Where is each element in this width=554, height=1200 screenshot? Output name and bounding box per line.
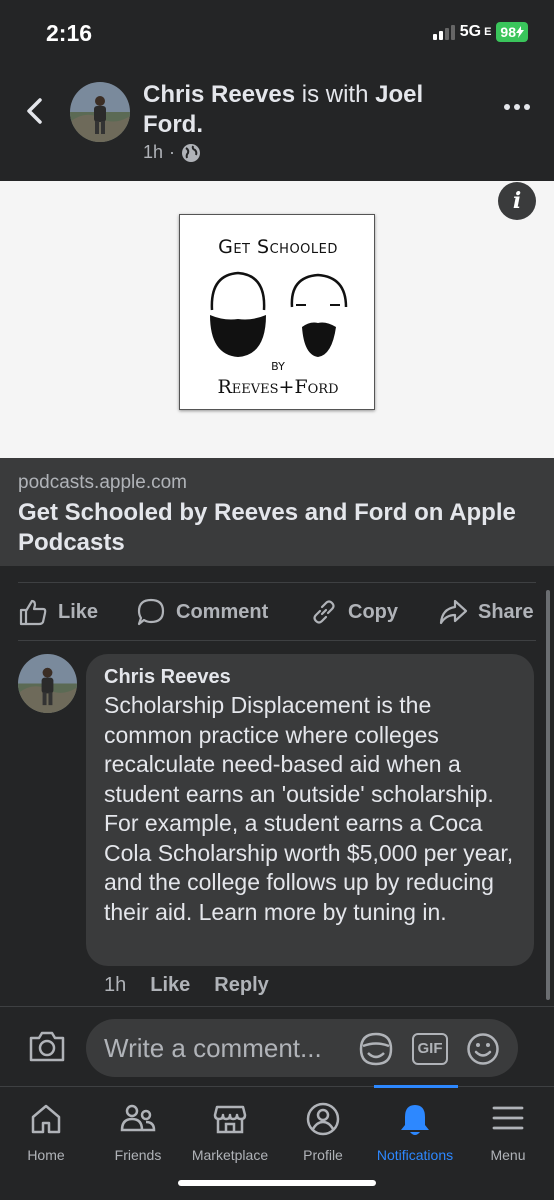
globe-icon <box>182 143 201 162</box>
divider <box>18 640 536 641</box>
artwork-names: Reeves+Ford <box>217 376 338 398</box>
author-avatar[interactable] <box>70 82 130 142</box>
status-bar: 2:16 5G E 98 <box>0 0 554 66</box>
sticker-icon[interactable] <box>358 1031 394 1067</box>
like-button[interactable]: Like <box>18 597 98 627</box>
status-indicators: 5G E 98 <box>432 22 528 42</box>
tab-notifications[interactable]: Notifications <box>369 1087 461 1177</box>
network-suffix: E <box>484 26 492 38</box>
comment-icon <box>137 598 165 626</box>
comment-composer: GIF <box>0 1006 554 1086</box>
more-options-button[interactable] <box>504 104 530 110</box>
podcast-artwork[interactable]: Get Schooled by Reeves+Ford <box>179 214 375 410</box>
tab-home[interactable]: Home <box>0 1087 92 1177</box>
tab-menu[interactable]: Menu <box>462 1087 554 1177</box>
comment-reply-button[interactable]: Reply <box>214 974 268 997</box>
home-icon <box>31 1104 61 1134</box>
friends-icon <box>120 1104 156 1132</box>
status-time: 2:16 <box>46 20 93 46</box>
comment-time: 1h <box>104 974 127 996</box>
share-icon <box>439 599 468 625</box>
post-actions: Like Comment Copy Share <box>0 586 554 638</box>
tab-marketplace[interactable]: Marketplace <box>184 1087 276 1177</box>
marketplace-icon <box>213 1105 247 1134</box>
network-label: 5G <box>459 23 482 40</box>
link-title: Get Schooled by Reeves and Ford on Apple… <box>18 499 516 556</box>
comment-button[interactable]: Comment <box>136 597 268 627</box>
with-text: is with <box>301 81 369 108</box>
copy-button[interactable]: Copy <box>310 598 398 626</box>
post-time: 1h <box>143 142 164 162</box>
share-button[interactable]: Share <box>438 597 534 627</box>
post-title: Chris Reeves is with Joel Ford. <box>143 80 473 140</box>
commenter-avatar[interactable] <box>18 654 77 713</box>
camera-button[interactable] <box>28 1029 66 1068</box>
scrollbar[interactable] <box>546 590 550 1000</box>
tab-friends[interactable]: Friends <box>92 1087 184 1177</box>
artwork-title: Get Schooled <box>218 236 338 258</box>
author-name[interactable]: Chris Reeves <box>143 81 295 108</box>
post-meta: 1h · <box>143 142 201 163</box>
comment-like-button[interactable]: Like <box>150 974 190 997</box>
link-icon <box>313 600 335 624</box>
tab-profile[interactable]: Profile <box>277 1087 369 1177</box>
link-meta[interactable]: podcasts.apple.com Get Schooled by Reeve… <box>0 458 554 566</box>
artwork-by: by <box>271 360 285 373</box>
home-indicator <box>178 1180 376 1186</box>
link-domain: podcasts.apple.com <box>18 472 187 493</box>
profile-icon <box>306 1102 340 1136</box>
camera-icon <box>29 1031 65 1062</box>
info-icon[interactable]: i <box>498 182 536 220</box>
emoji-icon[interactable] <box>466 1032 500 1066</box>
comment-actions: 1h Like Reply <box>104 974 269 997</box>
signal-icon <box>432 24 455 40</box>
bell-icon <box>401 1105 429 1135</box>
comment-bubble[interactable]: Chris Reeves Scholarship Displacement is… <box>86 654 534 966</box>
thumbs-up-icon <box>19 599 47 626</box>
commenter-name[interactable]: Chris Reeves <box>104 666 516 689</box>
menu-icon <box>492 1106 524 1130</box>
divider <box>18 582 536 583</box>
composer-icons: GIF <box>358 1031 500 1067</box>
comment-text: Scholarship Displacement is the common p… <box>104 692 514 925</box>
chevron-left-icon <box>27 98 42 124</box>
back-button[interactable] <box>20 96 50 126</box>
battery-indicator: 98 <box>496 22 528 42</box>
gif-button[interactable]: GIF <box>412 1033 448 1065</box>
